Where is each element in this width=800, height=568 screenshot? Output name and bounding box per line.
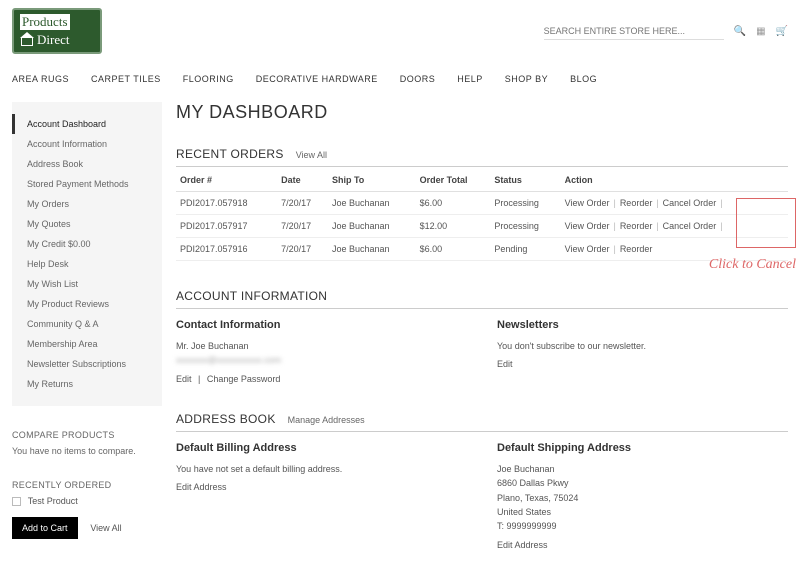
compare-empty-text: You have no items to compare. (12, 446, 162, 456)
manage-addresses[interactable]: Manage Addresses (288, 415, 365, 425)
col-status: Status (490, 169, 560, 192)
add-to-cart-button[interactable]: Add to Cart (12, 517, 78, 539)
search-input[interactable] (544, 23, 724, 40)
col-ship-to: Ship To (328, 169, 416, 192)
house-icon (20, 34, 34, 46)
view-order-link[interactable]: View Order (565, 244, 610, 254)
sidebar-item-dashboard[interactable]: Account Dashboard (12, 114, 162, 134)
ship-line-1: 6860 Dallas Pkwy (497, 476, 788, 490)
table-row: PDI2017.0579177/20/17Joe Buchanan$12.00P… (176, 215, 788, 238)
sidebar-item-payment-methods[interactable]: Stored Payment Methods (12, 174, 162, 194)
nav-carpet-tiles[interactable]: CARPET TILES (91, 74, 161, 84)
sidebar-item-reviews[interactable]: My Product Reviews (12, 294, 162, 314)
sidebar-item-account-info[interactable]: Account Information (12, 134, 162, 154)
sidebar-item-address-book[interactable]: Address Book (12, 154, 162, 174)
cell-date: 7/20/17 (277, 192, 328, 215)
account-info-heading: ACCOUNT INFORMATION (176, 289, 327, 303)
nav-decorative-hardware[interactable]: DECORATIVE HARDWARE (256, 74, 378, 84)
ship-line-2: Plano, Texas, 75024 (497, 491, 788, 505)
annotation-box (736, 198, 796, 248)
cancel-order-link[interactable]: Cancel Order (663, 198, 717, 208)
ship-line-4: T: 9999999999 (497, 519, 788, 533)
reorder-link[interactable]: Reorder (620, 198, 653, 208)
billing-text: You have not set a default billing addre… (176, 462, 467, 476)
table-row: PDI2017.0579187/20/17Joe Buchanan$6.00Pr… (176, 192, 788, 215)
ship-line-0: Joe Buchanan (497, 462, 788, 476)
sidebar-item-community-qa[interactable]: Community Q & A (12, 314, 162, 334)
shipping-edit[interactable]: Edit Address (497, 540, 548, 550)
cell-total: $6.00 (416, 192, 491, 215)
search-icon[interactable]: 🔍 (734, 26, 746, 37)
newsletter-status: You don't subscribe to our newsletter. (497, 339, 788, 353)
view-order-link[interactable]: View Order (565, 221, 610, 231)
cart-icon[interactable]: 🛒 (776, 26, 788, 37)
nav-help[interactable]: HELP (457, 74, 483, 84)
nav-doors[interactable]: DOORS (400, 74, 436, 84)
cell-total: $12.00 (416, 215, 491, 238)
cancel-order-link[interactable]: Cancel Order (663, 221, 717, 231)
billing-edit[interactable]: Edit Address (176, 482, 227, 492)
reorder-link[interactable]: Reorder (620, 221, 653, 231)
ship-line-3: United States (497, 505, 788, 519)
cell-ship: Joe Buchanan (328, 215, 416, 238)
logo[interactable]: Products Direct (12, 8, 102, 54)
account-menu: Account Dashboard Account Information Ad… (12, 102, 162, 406)
sidebar-item-newsletter[interactable]: Newsletter Subscriptions (12, 354, 162, 374)
col-action: Action (561, 169, 788, 192)
sidebar-item-my-orders[interactable]: My Orders (12, 194, 162, 214)
cell-total: $6.00 (416, 238, 491, 261)
sidebar-item-membership[interactable]: Membership Area (12, 334, 162, 354)
logo-line2: Direct (37, 32, 69, 48)
cell-date: 7/20/17 (277, 238, 328, 261)
recent-item-label: Test Product (28, 496, 78, 506)
table-row: PDI2017.0579167/20/17Joe Buchanan$6.00Pe… (176, 238, 788, 261)
compare-heading: COMPARE PRODUCTS (12, 430, 162, 440)
recent-orders-heading: RECENT ORDERS (176, 147, 284, 161)
cell-ship: Joe Buchanan (328, 238, 416, 261)
recent-orders-view-all[interactable]: View All (296, 150, 327, 160)
recent-item-checkbox[interactable] (12, 497, 21, 506)
contact-name: Mr. Joe Buchanan (176, 339, 467, 353)
nav-area-rugs[interactable]: AREA RUGS (12, 74, 69, 84)
billing-heading: Default Billing Address (176, 442, 467, 454)
col-order-num: Order # (176, 169, 277, 192)
contact-edit[interactable]: Edit (176, 374, 192, 384)
view-order-link[interactable]: View Order (565, 198, 610, 208)
col-total: Order Total (416, 169, 491, 192)
newsletters-heading: Newsletters (497, 319, 788, 331)
cell-num: PDI2017.057918 (176, 192, 277, 215)
sidebar-item-my-credit[interactable]: My Credit $0.00 (12, 234, 162, 254)
reorder-link[interactable]: Reorder (620, 244, 653, 254)
nav-blog[interactable]: BLOG (570, 74, 597, 84)
change-password[interactable]: Change Password (207, 374, 281, 384)
col-date: Date (277, 169, 328, 192)
cell-ship: Joe Buchanan (328, 192, 416, 215)
contact-info-heading: Contact Information (176, 319, 467, 331)
contact-email-blurred: xxxxxxx@xxxxxxxxxx.com (176, 353, 467, 367)
cell-date: 7/20/17 (277, 215, 328, 238)
shipping-heading: Default Shipping Address (497, 442, 788, 454)
sidebar-item-returns[interactable]: My Returns (12, 374, 162, 394)
address-book-heading: ADDRESS BOOK (176, 412, 276, 426)
recently-ordered-heading: RECENTLY ORDERED (12, 480, 162, 490)
recent-view-all[interactable]: View All (90, 523, 121, 533)
newsletter-edit[interactable]: Edit (497, 359, 513, 369)
cell-num: PDI2017.057916 (176, 238, 277, 261)
sidebar-item-my-quotes[interactable]: My Quotes (12, 214, 162, 234)
annotation-text: Click to Cancel (709, 257, 796, 273)
logo-line1: Products (20, 14, 70, 30)
page-title: MY DASHBOARD (176, 102, 788, 123)
cell-status: Processing (490, 215, 560, 238)
cell-status: Processing (490, 192, 560, 215)
sidebar-item-help-desk[interactable]: Help Desk (12, 254, 162, 274)
cell-status: Pending (490, 238, 560, 261)
cell-num: PDI2017.057917 (176, 215, 277, 238)
orders-table: Order # Date Ship To Order Total Status … (176, 169, 788, 261)
nav-flooring[interactable]: FLOORING (183, 74, 234, 84)
sidebar-item-wish-list[interactable]: My Wish List (12, 274, 162, 294)
calculator-icon[interactable]: ▦ (756, 26, 765, 37)
main-nav: AREA RUGS CARPET TILES FLOORING DECORATI… (12, 74, 788, 84)
nav-shop-by[interactable]: SHOP BY (505, 74, 548, 84)
